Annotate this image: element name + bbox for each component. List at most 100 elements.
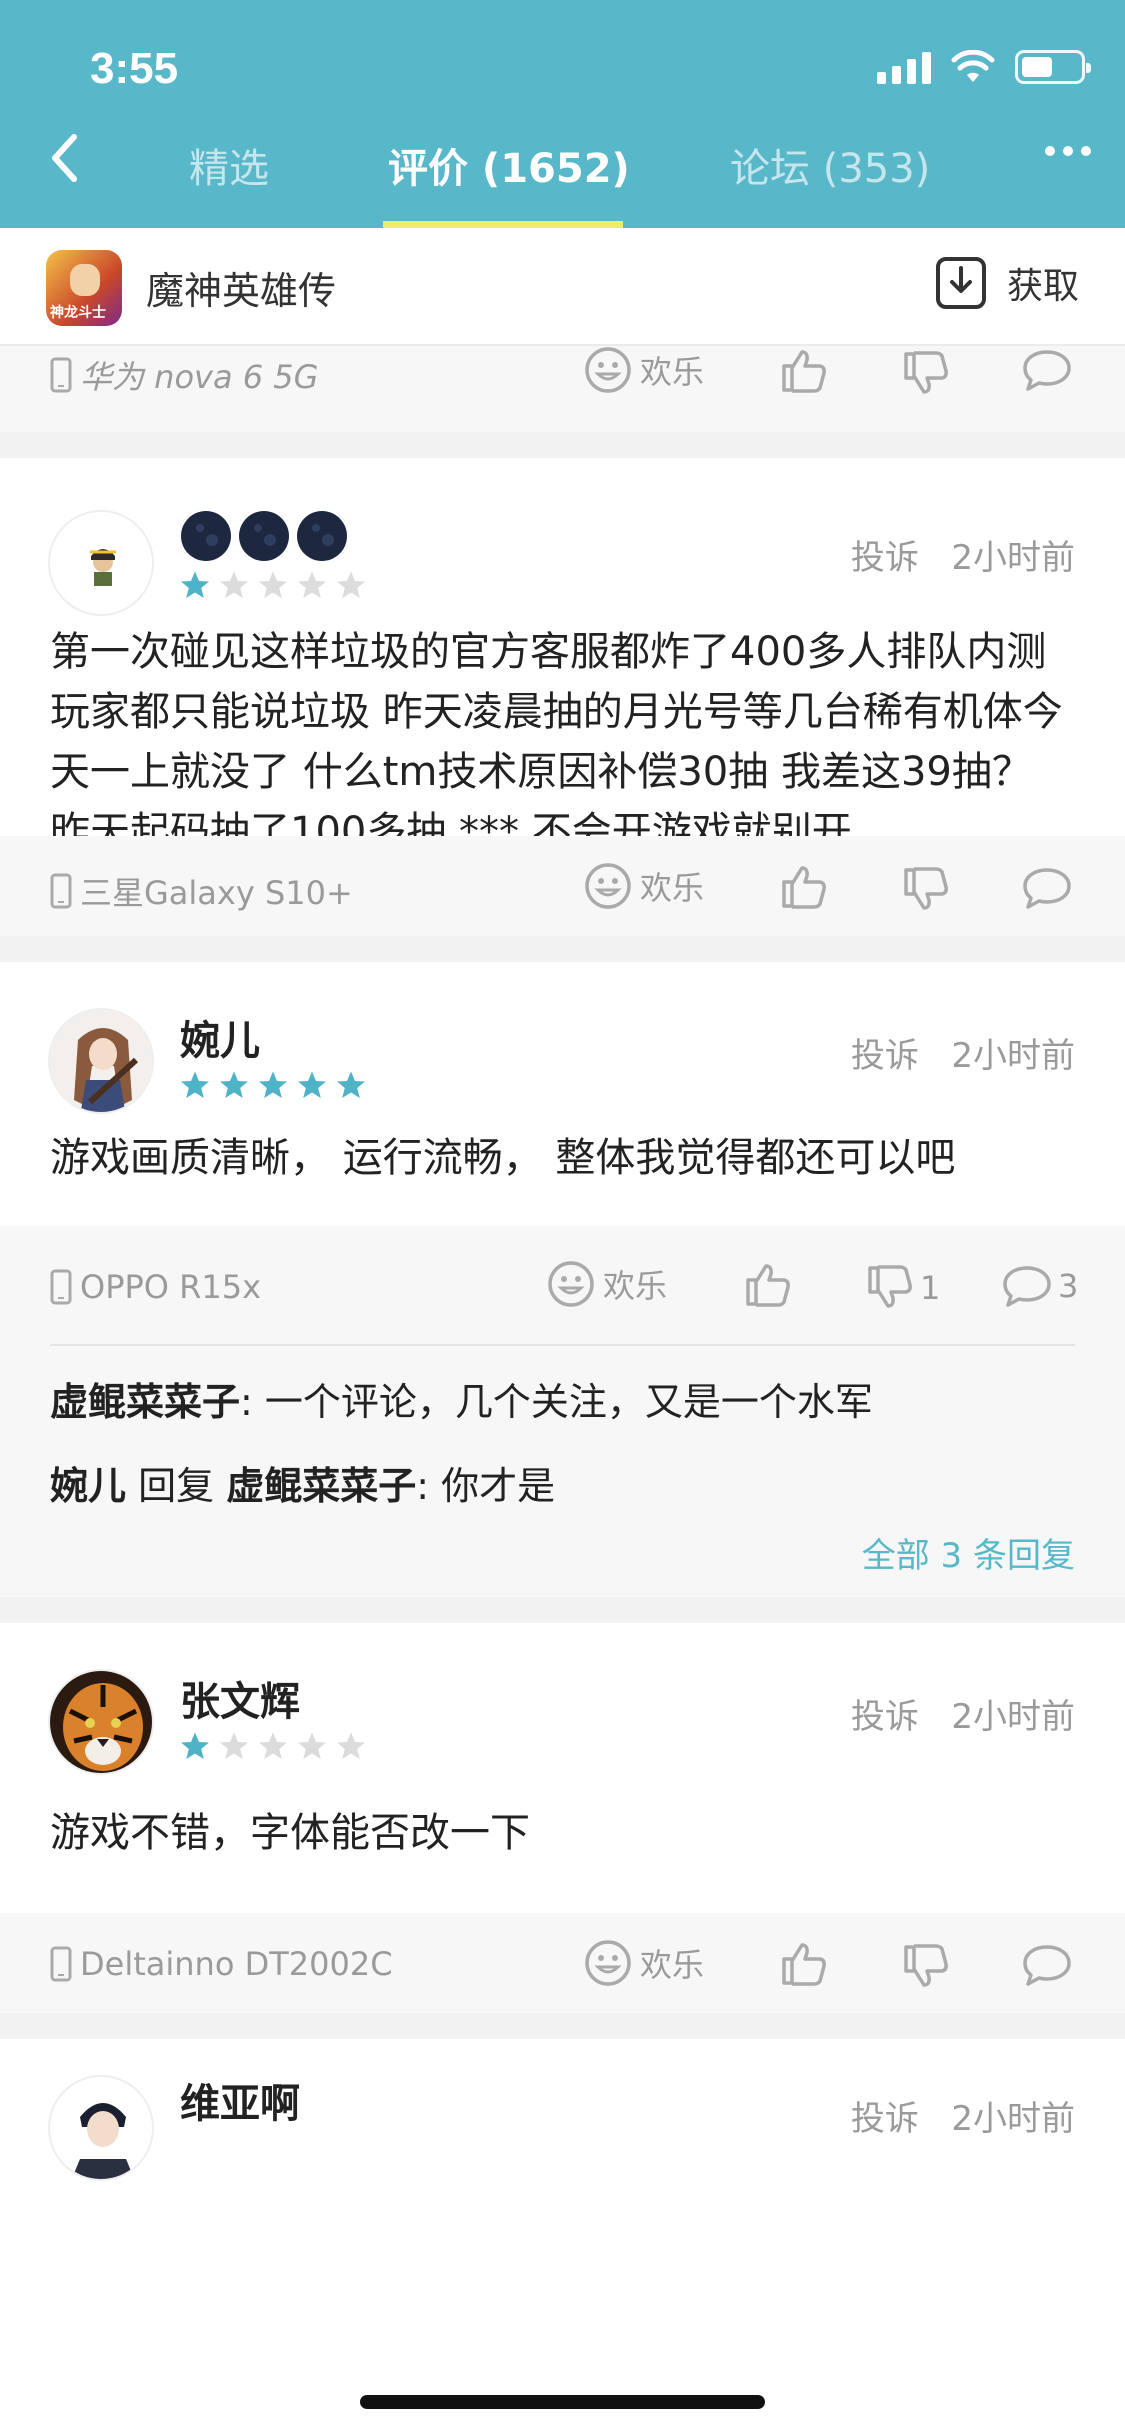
comment-icon [1002,1264,1052,1308]
star-icon [180,1731,210,1761]
cellular-signal-icon [877,50,931,84]
phone-icon [50,1946,72,1982]
star-icon [336,1731,366,1761]
star-icon [336,570,366,600]
reply-connector: 回复 [126,1464,227,1508]
dislike-count: 1 [920,1269,941,1307]
dislike-button[interactable] [902,350,950,398]
review-text: 游戏画质清晰， 运行流畅， 整体我觉得都还可以吧 [50,1135,956,1181]
smile-icon [584,1939,632,1987]
thumbs-up-icon [780,346,828,394]
more-options-button[interactable] [1045,146,1091,156]
comment-button[interactable] [1022,866,1072,910]
review-header: 维亚啊 投诉 2小时前 [0,2039,1125,2189]
card-separator [0,1597,1125,1623]
username[interactable]: 维亚啊 [180,2071,300,2129]
avatar[interactable] [48,510,154,616]
avatar[interactable] [48,2075,154,2181]
tab-reviews[interactable]: 评价 (1652) [388,136,630,194]
like-button[interactable] [780,862,828,910]
like-button[interactable] [744,1260,792,1308]
get-label: 获取 [1006,266,1079,307]
reply-author[interactable]: 婉儿 [50,1464,126,1508]
status-icons [877,50,1091,84]
device-info: Deltainno DT2002C [50,1945,393,1983]
all-replies-link[interactable]: 全部 3 条回复 [50,1528,1075,1597]
username[interactable]: 张文辉 [180,1669,300,1727]
review-meta-bar: Deltainno DT2002C 欢乐 [0,1913,1125,2013]
reply-target[interactable]: 虚鲲菜菜子 [226,1464,416,1508]
avatar[interactable] [48,1008,154,1114]
like-button[interactable] [780,346,828,394]
comment-button[interactable] [1022,348,1072,392]
username-emoji[interactable] [180,510,354,562]
star-icon [336,1070,366,1100]
smile-icon [547,1260,595,1308]
comment-button[interactable]: 3 [1002,1264,1078,1308]
tab-forum[interactable]: 论坛 (353) [730,136,930,194]
moon-icon [181,511,231,561]
star-icon [180,1070,210,1100]
device-info: OPPO R15x [50,1268,261,1306]
get-button[interactable]: 获取 [935,256,1079,310]
star-rating [180,570,366,600]
star-icon [297,570,327,600]
card-separator [0,2013,1125,2039]
home-indicator[interactable] [360,2395,765,2409]
star-icon [219,1731,249,1761]
comment-icon [1022,1943,1072,1987]
thumbs-up-icon [744,1260,792,1308]
report-button[interactable]: 投诉 [851,1036,919,1076]
dislike-button[interactable] [902,866,950,914]
review-card: 投诉 2小时前 第一次碰见这样垃圾的官方客服都炸了400多人排队内测玩家都只能说… [0,458,1125,855]
report-button[interactable]: 投诉 [851,1697,919,1737]
comment-icon [1022,348,1072,392]
smile-icon [584,862,632,910]
review-time: 2小时前 [951,538,1075,578]
app-name[interactable]: 魔神英雄传 [146,260,336,315]
reply-item[interactable]: 虚鲲菜菜子: 一个评论，几个关注，又是一个水军 [50,1346,1075,1444]
star-icon [258,1070,288,1100]
star-icon [297,1070,327,1100]
review-meta-bar: OPPO R15x 欢乐 1 3 [0,1226,1125,1344]
mood-tag[interactable]: 欢乐 [584,346,704,394]
smile-icon [584,346,632,394]
tab-featured[interactable]: 精选 [189,136,269,194]
active-tab-indicator [383,221,623,228]
thumbs-up-icon [780,862,828,910]
thumbs-down-icon [902,350,950,398]
star-icon [219,570,249,600]
phone-icon [50,357,72,393]
username[interactable]: 婉儿 [180,1008,260,1066]
mood-tag[interactable]: 欢乐 [584,1939,704,1987]
mood-tag[interactable]: 欢乐 [547,1260,667,1308]
report-button[interactable]: 投诉 [851,538,919,578]
review-list[interactable]: 华为 nova 6 5G 欢乐 投诉 2小时前 第一次碰见这样垃圾的官方客服都炸… [0,346,1125,2239]
reply-text: : 一个评论，几个关注，又是一个水军 [240,1380,873,1424]
thumbs-down-icon [866,1264,914,1312]
review-meta-bar: 华为 nova 6 5G 欢乐 [0,346,1125,432]
review-card: 张文辉 投诉 2小时前 游戏不错，字体能否改一下 [0,1623,1125,1913]
reply-section: 虚鲲菜菜子: 一个评论，几个关注，又是一个水军 婉儿 回复 虚鲲菜菜子: 你才是… [0,1344,1125,1597]
review-time: 2小时前 [951,1036,1075,1076]
star-icon [297,1731,327,1761]
app-icon[interactable]: 神龙斗士 [46,250,122,326]
mood-tag[interactable]: 欢乐 [584,862,704,910]
dislike-button[interactable]: 1 [866,1264,940,1312]
star-icon [219,1070,249,1100]
device-info: 三星Galaxy S10+ [50,868,353,914]
report-button[interactable]: 投诉 [851,2099,919,2139]
header-bar: 3:55 精选 评价 (1652) 论坛 (353) [0,0,1125,228]
card-separator [0,432,1125,458]
avatar[interactable] [48,1669,154,1775]
star-rating [180,1731,366,1761]
star-icon [258,570,288,600]
thumbs-up-icon [780,1939,828,1987]
comment-button[interactable] [1022,1943,1072,1987]
reply-item[interactable]: 婉儿 回复 虚鲲菜菜子: 你才是 [50,1444,1075,1528]
moon-icon [297,511,347,561]
dislike-button[interactable] [902,1943,950,1991]
like-button[interactable] [780,1939,828,1987]
reply-author[interactable]: 虚鲲菜菜子 [50,1380,240,1424]
review-meta: 投诉 2小时前 [851,2091,1075,2140]
